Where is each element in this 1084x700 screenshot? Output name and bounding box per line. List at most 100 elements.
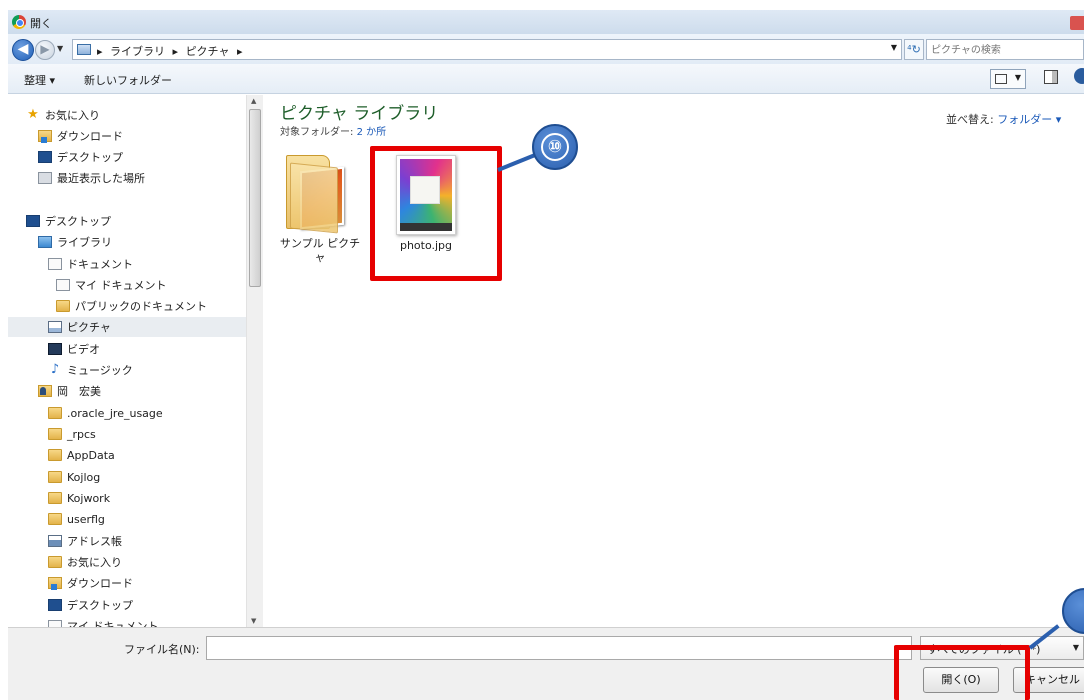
sidebar-item[interactable]: ♪ ミュージック: [48, 360, 133, 380]
sidebar-item-label: マイ ドキュメント: [75, 279, 167, 292]
sidebar-item-label: ピクチャ: [67, 321, 111, 334]
sidebar-item[interactable]: Kojlog: [48, 467, 100, 487]
sidebar-item-label: デスクトップ: [67, 599, 133, 612]
folder-icon: [48, 428, 62, 440]
sidebar-item[interactable]: お気に入り: [48, 552, 122, 572]
recent-icon: [38, 172, 52, 184]
callout-number: ⑩: [541, 133, 569, 161]
sidebar-item[interactable]: ドキュメント: [48, 254, 133, 274]
target-folders-link[interactable]: 2 か所: [357, 127, 387, 138]
sidebar-item-label: お気に入り: [67, 556, 122, 569]
chevron-down-icon: ▼: [1072, 643, 1079, 652]
sidebar-item[interactable]: デスクトップ: [38, 147, 123, 167]
search-input[interactable]: [931, 41, 1081, 59]
scroll-thumb[interactable]: [249, 109, 261, 287]
sidebar-item[interactable]: マイ ドキュメント: [48, 616, 159, 627]
sidebar-item[interactable]: 最近表示した場所: [38, 168, 145, 188]
target-folders-label: 対象フォルダー:: [280, 127, 354, 138]
sidebar-item[interactable]: ★ お気に入り: [26, 105, 100, 125]
pictures-location-icon: [77, 44, 91, 55]
sort-control: 並べ替え: フォルダー ▾: [946, 111, 1061, 127]
sidebar-item-label: ライブラリ: [57, 236, 112, 249]
sidebar-item-label: ダウンロード: [57, 130, 123, 143]
folder-sample-pictures-label[interactable]: サンプル ピクチャ: [278, 237, 362, 265]
scroll-up-icon[interactable]: ▲: [251, 97, 256, 105]
sidebar-item[interactable]: .oracle_jre_usage: [48, 403, 163, 423]
sidebar-item[interactable]: マイ ドキュメント: [56, 275, 167, 295]
sidebar-item-label: userflg: [67, 512, 105, 526]
video-icon: [48, 343, 62, 355]
sidebar-item-label: _rpcs: [67, 427, 96, 441]
folder-icon: [56, 300, 70, 312]
toolbar: 整理 ▾ 新しいフォルダー ▼: [8, 64, 1084, 94]
title-bar: 開く: [8, 10, 1084, 34]
folder-dl-icon: [38, 130, 52, 143]
folder-icon: [48, 449, 62, 461]
doc-icon: [56, 279, 70, 291]
close-icon[interactable]: [1070, 16, 1084, 30]
folder-icon: [48, 492, 62, 504]
forward-button[interactable]: ▶: [35, 40, 55, 60]
sidebar-item[interactable]: アドレス帳: [48, 531, 122, 551]
refresh-button[interactable]: ⁴↻: [904, 39, 924, 60]
desktop-icon: [38, 151, 52, 163]
sidebar-item[interactable]: ダウンロード: [38, 126, 123, 146]
sidebar-item[interactable]: 岡 宏美: [38, 381, 101, 401]
filename-input[interactable]: [210, 638, 910, 658]
breadcrumb: ▸ ライブラリ ▸ ピクチャ ▸: [97, 43, 246, 59]
folder-icon: [48, 513, 62, 525]
search-box[interactable]: [926, 39, 1084, 60]
highlight-photo-file: [370, 146, 502, 281]
folder-sample-pictures[interactable]: [286, 155, 348, 234]
sidebar-item-label: ミュージック: [67, 364, 133, 377]
new-folder-button[interactable]: 新しいフォルダー: [84, 72, 172, 88]
sidebar-item-label: ドキュメント: [67, 258, 133, 271]
sidebar-item[interactable]: デスクトップ: [48, 595, 133, 615]
breadcrumb-library[interactable]: ライブラリ: [110, 45, 165, 58]
sidebar-item[interactable]: _rpcs: [48, 424, 96, 444]
preview-pane-icon[interactable]: [1044, 70, 1058, 84]
sidebar-item[interactable]: userflg: [48, 509, 105, 529]
sidebar-item[interactable]: AppData: [48, 445, 115, 465]
music-icon: ♪: [50, 362, 60, 377]
sidebar-item-label: 最近表示した場所: [57, 172, 145, 185]
star-icon: ★: [27, 107, 39, 122]
sidebar-item[interactable]: ピクチャ: [8, 317, 246, 337]
window-title: 開く: [30, 17, 52, 30]
sidebar-item[interactable]: ライブラリ: [38, 232, 112, 252]
nav-scrollbar[interactable]: ▲ ▼: [246, 95, 263, 627]
sidebar-item[interactable]: ビデオ: [48, 339, 100, 359]
sidebar-item[interactable]: ダウンロード: [48, 573, 133, 593]
filename-field[interactable]: [206, 636, 912, 660]
folder-front-icon: [290, 162, 338, 234]
sort-label: 並べ替え:: [946, 113, 994, 126]
organize-button[interactable]: 整理 ▾: [24, 72, 55, 88]
sidebar-item-label: AppData: [67, 448, 115, 462]
change-view-button[interactable]: ▼: [990, 69, 1026, 89]
user-icon: [38, 385, 52, 397]
help-icon[interactable]: [1074, 68, 1084, 84]
breadcrumb-pictures[interactable]: ピクチャ: [186, 45, 230, 58]
library-icon: [38, 236, 52, 248]
sidebar-item[interactable]: Kojwork: [48, 488, 110, 508]
sidebar-item-label: マイ ドキュメント: [67, 620, 159, 627]
sidebar-item-label: お気に入り: [45, 109, 100, 122]
pic-icon: [48, 321, 62, 333]
back-button[interactable]: ◀: [12, 39, 34, 61]
sidebar-item[interactable]: デスクトップ: [26, 211, 111, 231]
recent-pages-icon[interactable]: ▼: [57, 44, 63, 53]
navigation-pane: ★ お気に入り ダウンロード デスクトップ 最近表示した場所 デスクトップ ライブラリ ドキュ…: [8, 95, 246, 627]
chrome-icon: [12, 15, 26, 29]
callout-badge: ⑩: [532, 124, 578, 170]
doc-icon: [48, 258, 62, 270]
address-bar[interactable]: ▸ ライブラリ ▸ ピクチャ ▸ ▼: [72, 39, 902, 60]
folder-icon: [48, 471, 62, 483]
sort-dropdown[interactable]: フォルダー ▾: [997, 113, 1061, 126]
sidebar-item[interactable]: パブリックのドキュメント: [56, 296, 207, 316]
book-icon: [48, 535, 62, 547]
breadcrumb-separator-icon: ▸: [236, 45, 243, 58]
scroll-down-icon[interactable]: ▼: [251, 617, 256, 625]
chevron-down-icon[interactable]: ▼: [891, 43, 897, 52]
sidebar-item-label: デスクトップ: [57, 151, 123, 164]
sidebar-item-label: パブリックのドキュメント: [75, 300, 207, 313]
